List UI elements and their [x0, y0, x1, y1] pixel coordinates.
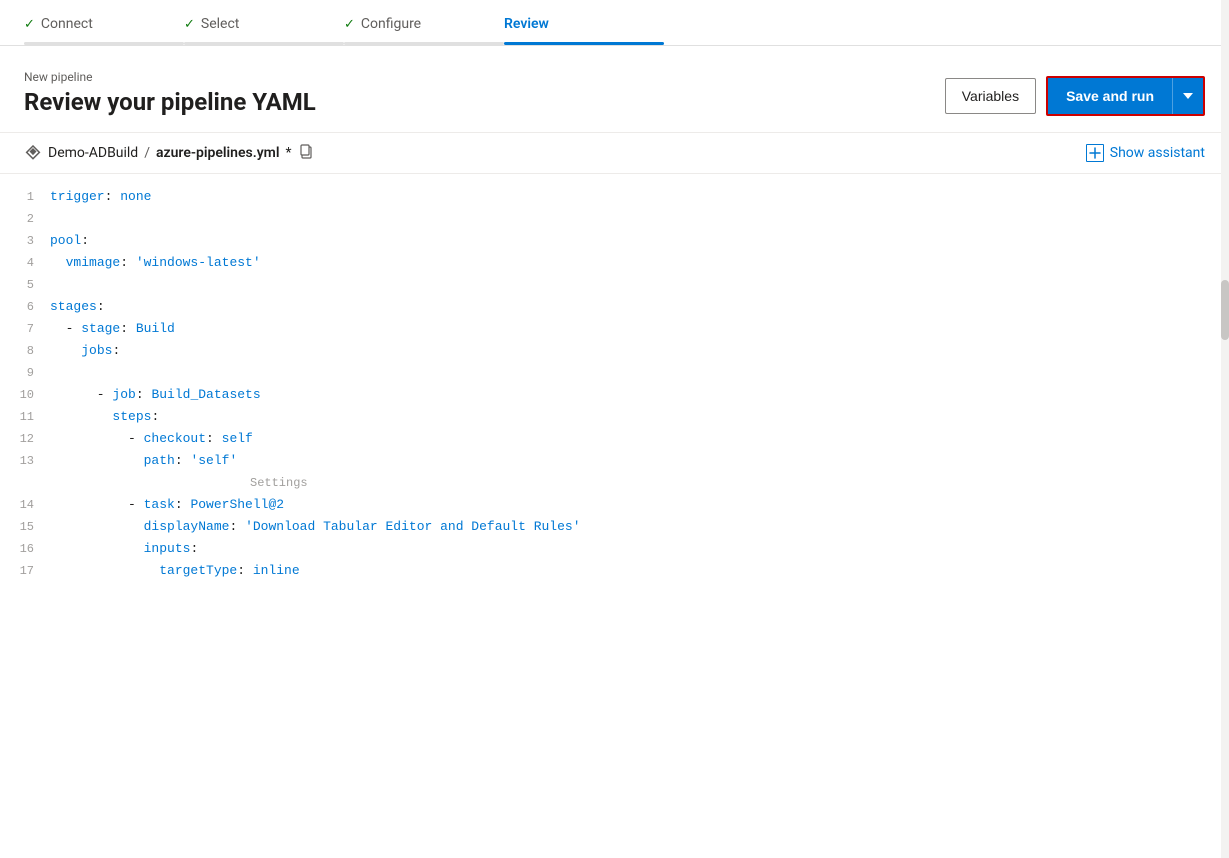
editor-file-path: Demo-ADBuild / azure-pipelines.yml *: [24, 143, 314, 163]
wizard-steps: ✓ Connect ✓ Select ✓ Configure Review: [0, 0, 1229, 46]
code-editor-wrapper[interactable]: 1 trigger: none 2 3 pool: 4 vmimage: 'wi…: [0, 174, 1229, 594]
code-line-6: 6 stages:: [0, 296, 1229, 318]
step-select-label: ✓ Select: [184, 16, 239, 42]
save-run-container: Save and run: [1046, 76, 1205, 116]
code-editor: 1 trigger: none 2 3 pool: 4 vmimage: 'wi…: [0, 174, 1229, 594]
step-select-bar: [184, 42, 344, 45]
check-icon-configure: ✓: [344, 17, 355, 32]
code-line-11: 11 steps:: [0, 406, 1229, 428]
step-connect-bar: [24, 42, 184, 45]
code-line-7: 7 - stage: Build: [0, 318, 1229, 340]
page-title: Review your pipeline YAML: [24, 88, 316, 116]
code-line-16: 16 inputs:: [0, 538, 1229, 560]
wizard-step-connect[interactable]: ✓ Connect: [24, 16, 184, 45]
check-icon-connect: ✓: [24, 17, 35, 32]
wizard-step-review[interactable]: Review: [504, 16, 664, 45]
code-line-12: 12 - checkout: self: [0, 428, 1229, 450]
step-configure-bar: [344, 42, 504, 45]
breadcrumb: New pipeline: [24, 70, 316, 84]
step-review-bar: [504, 42, 664, 45]
code-line-8: 8 jobs:: [0, 340, 1229, 362]
code-line-settings: Settings: [0, 472, 1229, 494]
pipeline-icon: [24, 144, 42, 162]
code-line-13: 13 path: 'self': [0, 450, 1229, 472]
step-configure-label: ✓ Configure: [344, 16, 421, 42]
code-line-1: 1 trigger: none: [0, 186, 1229, 208]
scrollbar-thumb[interactable]: [1221, 280, 1229, 340]
code-line-3: 3 pool:: [0, 230, 1229, 252]
chevron-down-icon: [1183, 93, 1193, 99]
code-line-4: 4 vmimage: 'windows-latest': [0, 252, 1229, 274]
modified-indicator: *: [285, 145, 291, 161]
page-header-left: New pipeline Review your pipeline YAML: [24, 70, 316, 116]
show-assistant-button[interactable]: Show assistant: [1086, 144, 1205, 162]
show-assistant-label: Show assistant: [1110, 145, 1205, 161]
step-review-label: Review: [504, 16, 549, 42]
save-run-button[interactable]: Save and run: [1048, 78, 1172, 114]
editor-toolbar: Demo-ADBuild / azure-pipelines.yml * Sho…: [0, 133, 1229, 174]
code-line-17: 17 targetType: inline: [0, 560, 1229, 582]
wizard-step-select[interactable]: ✓ Select: [184, 16, 344, 45]
code-line-5: 5: [0, 274, 1229, 296]
path-separator: /: [144, 145, 150, 161]
page-header: New pipeline Review your pipeline YAML V…: [0, 46, 1229, 133]
step-connect-label: ✓ Connect: [24, 16, 93, 42]
show-assistant-icon: [1086, 144, 1104, 162]
save-run-dropdown-button[interactable]: [1172, 78, 1203, 114]
repo-name: Demo-ADBuild: [48, 145, 138, 161]
variables-button[interactable]: Variables: [945, 78, 1036, 114]
wizard-step-configure[interactable]: ✓ Configure: [344, 16, 504, 45]
code-line-9: 9: [0, 362, 1229, 384]
page-header-right: Variables Save and run: [945, 76, 1205, 116]
file-name: azure-pipelines.yml: [156, 145, 279, 161]
scrollbar-track[interactable]: [1221, 0, 1229, 858]
code-line-10: 10 - job: Build_Datasets: [0, 384, 1229, 406]
check-icon-select: ✓: [184, 17, 195, 32]
code-line-15: 15 displayName: 'Download Tabular Editor…: [0, 516, 1229, 538]
code-line-2: 2: [0, 208, 1229, 230]
copy-path-icon[interactable]: [298, 143, 314, 163]
code-line-14: 14 - task: PowerShell@2: [0, 494, 1229, 516]
